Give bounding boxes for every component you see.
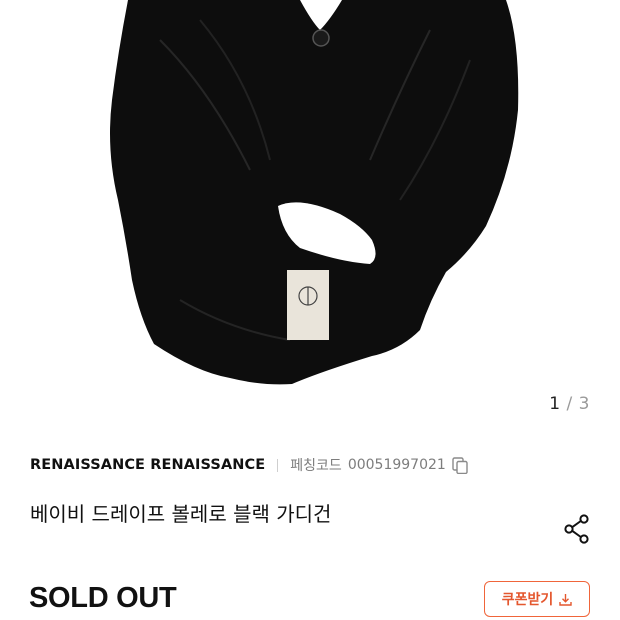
pager-current: 1 xyxy=(549,394,561,414)
product-title: 베이비 드레이프 볼레로 블랙 가디건 xyxy=(30,502,332,526)
share-icon[interactable] xyxy=(562,513,592,545)
product-image-gallery[interactable]: 1 / 3 xyxy=(0,0,620,430)
gallery-pager: 1 / 3 xyxy=(549,394,590,414)
pager-separator: / xyxy=(566,394,573,414)
coupon-button[interactable]: 쿠폰받기 xyxy=(484,581,590,617)
brand-name[interactable]: RENAISSANCE RENAISSANCE xyxy=(30,457,265,473)
fetching-code-value: 00051997021 xyxy=(347,457,446,473)
pager-total: 3 xyxy=(578,394,590,414)
sold-out-status: SOLD OUT xyxy=(29,582,177,614)
product-meta-row: RENAISSANCE RENAISSANCE 페칭코드 00051997021 xyxy=(30,455,468,475)
meta-divider xyxy=(277,458,279,472)
fetching-code-label: 페칭코드 xyxy=(290,458,342,474)
copy-icon[interactable] xyxy=(452,456,468,474)
product-image xyxy=(110,0,519,385)
coupon-button-label: 쿠폰받기 xyxy=(501,592,554,608)
download-icon xyxy=(559,593,572,606)
